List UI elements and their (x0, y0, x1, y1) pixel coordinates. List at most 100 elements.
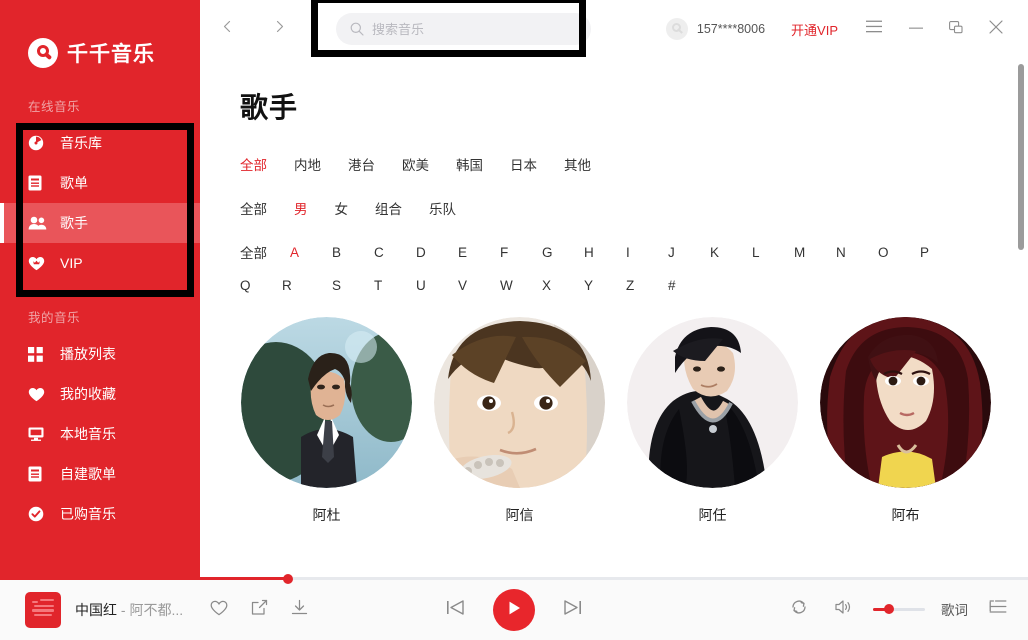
filter-gender-female[interactable]: 女 (335, 198, 349, 218)
back-button[interactable] (212, 14, 242, 44)
sidebar-item-playlists-online[interactable]: 歌单 (0, 163, 200, 203)
lyrics-button[interactable]: 歌词 (941, 599, 968, 619)
filter-region-korea[interactable]: 韩国 (456, 154, 483, 174)
heart-crown-icon (28, 255, 48, 271)
player-now-playing: 中国红 - 阿不都... (25, 592, 313, 628)
next-track-button[interactable] (559, 596, 587, 624)
song-artist: 阿不都... (129, 602, 184, 618)
artist-card[interactable]: 阿任 (626, 317, 799, 525)
filter-letter-t[interactable]: T (374, 278, 416, 293)
filter-letter-l[interactable]: L (752, 245, 794, 260)
filter-letter-y[interactable]: Y (584, 278, 626, 293)
share-button[interactable] (245, 596, 273, 624)
hamburger-menu-button[interactable] (858, 13, 890, 45)
filter-letter-n[interactable]: N (836, 245, 878, 260)
sidebar-item-label: 自建歌单 (60, 466, 116, 482)
search-box[interactable] (336, 13, 591, 45)
filter-letter-m[interactable]: M (794, 245, 836, 260)
restore-window-button[interactable] (940, 13, 972, 45)
chevron-right-icon (273, 20, 286, 38)
filter-gender-all[interactable]: 全部 (240, 198, 267, 218)
filter-letter-r[interactable]: R (282, 278, 332, 293)
playback-progress-knob[interactable] (282, 573, 293, 584)
filter-letter-g[interactable]: G (542, 245, 584, 260)
filter-letter-d[interactable]: D (416, 245, 458, 260)
filter-letter-i[interactable]: I (626, 245, 668, 260)
play-button[interactable] (493, 589, 535, 631)
filter-letter-f[interactable]: F (500, 245, 542, 260)
favorite-button[interactable] (205, 596, 233, 624)
playback-progress-bar[interactable] (0, 573, 1028, 584)
sidebar-item-artists[interactable]: 歌手 (0, 203, 200, 243)
filter-gender-band[interactable]: 乐队 (429, 198, 456, 218)
minimize-button[interactable] (900, 13, 932, 45)
user-avatar-icon[interactable] (665, 18, 688, 40)
artist-card[interactable]: 阿布 (819, 317, 992, 525)
filter-letter-s[interactable]: S (332, 278, 374, 293)
previous-track-button[interactable] (441, 596, 469, 624)
filter-letter-hash[interactable]: # (668, 278, 710, 293)
sidebar-item-label: 已购音乐 (60, 506, 116, 522)
sidebar-item-label: 播放列表 (60, 346, 116, 362)
account-phone: 157****8006 (696, 22, 766, 36)
filter-letter-all[interactable]: 全部 (240, 242, 290, 262)
region-filter-row: 全部 内地 港台 欧美 韩国 日本 其他 (200, 154, 1028, 174)
sidebar-item-custom-playlist[interactable]: 自建歌单 (0, 454, 200, 494)
search-icon (350, 22, 364, 36)
download-button[interactable] (285, 596, 313, 624)
volume-slider[interactable] (873, 604, 925, 614)
filter-letter-b[interactable]: B (332, 245, 374, 260)
filter-region-all[interactable]: 全部 (240, 154, 267, 174)
filter-letter-h[interactable]: H (584, 245, 626, 260)
filter-letter-u[interactable]: U (416, 278, 458, 293)
filter-letter-x[interactable]: X (542, 278, 584, 293)
filter-letter-p[interactable]: P (920, 245, 962, 260)
sidebar-item-local-music[interactable]: 本地音乐 (0, 414, 200, 454)
volume-button[interactable] (829, 595, 857, 623)
volume-slider-knob[interactable] (883, 604, 894, 614)
filter-letter-e[interactable]: E (458, 245, 500, 260)
disc-icon (28, 135, 48, 151)
sidebar-item-music-library[interactable]: 音乐库 (0, 123, 200, 163)
sidebar-item-play-list[interactable]: 播放列表 (0, 334, 200, 374)
filter-gender-male[interactable]: 男 (294, 198, 308, 218)
artist-photo (241, 317, 412, 488)
sidebar-item-favorites[interactable]: 我的收藏 (0, 374, 200, 414)
filter-letter-c[interactable]: C (374, 245, 416, 260)
filter-region-hk-tw[interactable]: 港台 (348, 154, 375, 174)
forward-button[interactable] (264, 14, 294, 44)
filter-region-other[interactable]: 其他 (564, 154, 591, 174)
play-icon (505, 599, 523, 622)
close-icon (989, 19, 1003, 39)
album-cover-thumbnail[interactable] (25, 592, 61, 628)
artist-name: 阿杜 (312, 507, 341, 523)
filter-gender-group[interactable]: 组合 (375, 198, 402, 218)
open-vip-link[interactable]: 开通VIP (791, 20, 838, 39)
filter-letter-j[interactable]: J (668, 245, 710, 260)
search-input[interactable] (372, 21, 572, 37)
sidebar-item-label: 我的收藏 (60, 386, 116, 402)
artist-card[interactable]: 阿信 (433, 317, 606, 525)
filter-letter-o[interactable]: O (878, 245, 920, 260)
filter-letter-z[interactable]: Z (626, 278, 668, 293)
repeat-mode-button[interactable] (785, 595, 813, 623)
filter-region-japan[interactable]: 日本 (510, 154, 537, 174)
filter-letter-w[interactable]: W (500, 278, 542, 293)
artist-card[interactable]: 阿杜 (240, 317, 413, 525)
playlist-button[interactable] (984, 595, 1012, 623)
sidebar-item-vip[interactable]: VIP (0, 243, 200, 283)
sidebar-item-purchased-music[interactable]: 已购音乐 (0, 494, 200, 534)
now-playing-title: 中国红 - 阿不都... (75, 600, 183, 620)
filter-letter-q[interactable]: Q (240, 278, 282, 293)
sidebar-section-label-online: 在线音乐 (28, 100, 81, 114)
filter-region-mainland[interactable]: 内地 (294, 154, 321, 174)
page-title: 歌手 (240, 92, 299, 123)
close-button[interactable] (980, 13, 1012, 45)
scrollbar-track[interactable] (1018, 58, 1024, 578)
scrollbar-thumb[interactable] (1018, 64, 1024, 250)
filter-region-western[interactable]: 欧美 (402, 154, 429, 174)
now-playing-actions (205, 596, 313, 624)
filter-letter-a[interactable]: A (290, 245, 332, 260)
filter-letter-v[interactable]: V (458, 278, 500, 293)
filter-letter-k[interactable]: K (710, 245, 752, 260)
